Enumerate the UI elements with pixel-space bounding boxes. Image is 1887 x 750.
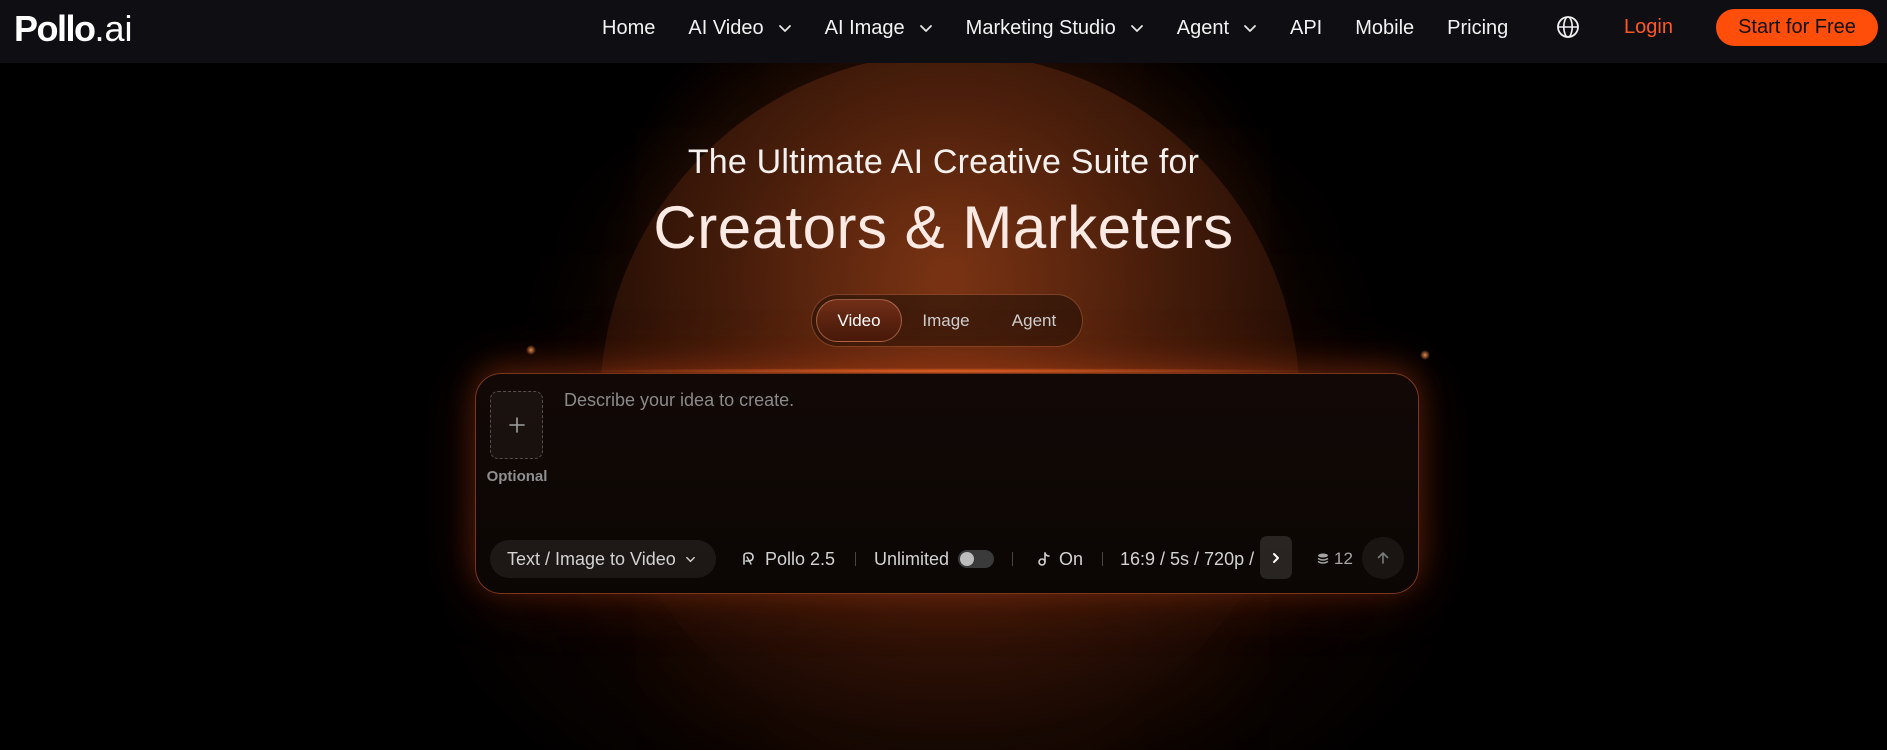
nav-mobile-label: Mobile (1355, 16, 1415, 39)
plus-icon (508, 417, 525, 433)
send-button[interactable] (1362, 537, 1404, 579)
spark-decoration (1420, 350, 1430, 360)
prompt-box: Optional Text / Image to Video Pollo 2.5… (475, 373, 1419, 594)
divider (855, 552, 856, 566)
toggle-knob (960, 552, 975, 566)
arrow-up-icon (1377, 552, 1389, 564)
tab-image[interactable]: Image (902, 299, 990, 342)
pollo-model-icon (743, 552, 754, 565)
start-for-free-button[interactable]: Start for Free (1716, 9, 1878, 46)
generation-mode-select[interactable]: Text / Image to Video (490, 540, 716, 578)
nav-home[interactable]: Home (602, 17, 655, 40)
divider (1012, 552, 1013, 566)
nav-home-label: Home (602, 16, 656, 39)
nav-api-label: API (1290, 16, 1323, 39)
mode-tabs: Video Image Agent (811, 294, 1083, 347)
nav-ai-video[interactable]: AI Video (688, 17, 791, 40)
nav-marketing-studio-label: Marketing Studio (965, 16, 1116, 39)
nav-ai-image[interactable]: AI Image (825, 17, 933, 40)
chevron-down-icon (919, 25, 932, 32)
nav-ai-image-label: AI Image (824, 16, 905, 39)
nav-agent-label: Agent (1176, 16, 1229, 39)
pollo-logo[interactable]: Pollo.ai (14, 8, 133, 50)
globe-icon[interactable] (1556, 15, 1580, 39)
unlimited-toggle[interactable] (958, 550, 995, 568)
nav-mobile[interactable]: Mobile (1355, 17, 1414, 40)
login-link[interactable]: Login (1624, 16, 1673, 39)
credits-cost: 12 (1316, 540, 1353, 578)
logo-brand-text: Pollo (14, 8, 96, 49)
sound-toggle[interactable]: On (1035, 540, 1083, 578)
spark-decoration (526, 345, 536, 355)
nav-agent[interactable]: Agent (1177, 17, 1257, 40)
video-settings-label: 16:9 / 5s / 720p / (1120, 548, 1255, 569)
prompt-input[interactable] (564, 390, 1394, 490)
logo-suffix-text: .ai (94, 8, 133, 49)
music-note-icon (1038, 552, 1050, 566)
nav-pricing[interactable]: Pricing (1447, 17, 1508, 40)
chevron-down-icon (685, 556, 695, 562)
sound-label: On (1059, 548, 1084, 569)
upload-optional-label: Optional (486, 468, 548, 485)
tab-video[interactable]: Video (816, 299, 902, 342)
generation-mode-label: Text / Image to Video (507, 548, 676, 569)
model-select[interactable]: Pollo 2.5 (741, 540, 835, 578)
unlimited-label: Unlimited (874, 548, 950, 569)
nav-pricing-label: Pricing (1447, 16, 1509, 39)
chevron-down-icon (1244, 25, 1256, 32)
nav-marketing-studio[interactable]: Marketing Studio (966, 17, 1144, 40)
chevron-down-icon (778, 25, 791, 32)
hero-subtitle: The Ultimate AI Creative Suite for (687, 143, 1200, 181)
nav-ai-video-label: AI Video (688, 16, 764, 39)
divider (1102, 552, 1103, 566)
top-navbar: Pollo.ai Home AI Video AI Image Marketin… (0, 0, 1887, 63)
model-label: Pollo 2.5 (765, 548, 836, 569)
nav-api[interactable]: API (1290, 17, 1322, 40)
credits-stack-icon (1317, 553, 1329, 564)
credits-value: 12 (1334, 549, 1353, 568)
main-nav: Home AI Video AI Image Marketing Studio … (602, 0, 1541, 56)
more-settings-button[interactable] (1260, 536, 1292, 579)
upload-image-button[interactable] (490, 391, 543, 459)
video-settings-select[interactable]: 16:9 / 5s / 720p / (1120, 540, 1270, 578)
unlimited-control: Unlimited (874, 540, 995, 578)
chevron-down-icon (1130, 25, 1143, 32)
hero-title: Creators & Marketers (653, 194, 1234, 261)
tab-agent[interactable]: Agent (990, 299, 1078, 342)
chevron-right-icon (1273, 552, 1279, 563)
